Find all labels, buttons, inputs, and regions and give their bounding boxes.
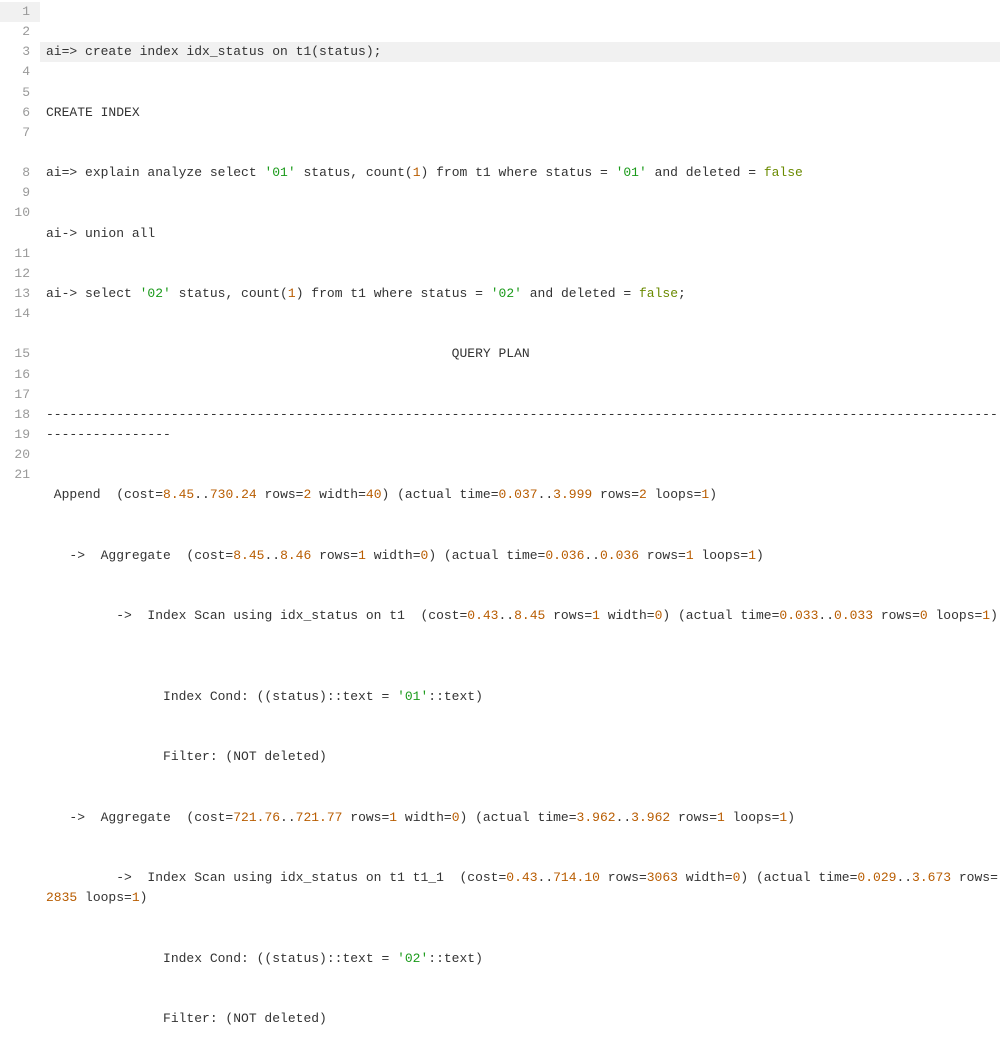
code-line[interactable]: ai-> select '02' status, count(1) from t… xyxy=(40,284,1000,304)
code-line[interactable]: ai=> create index idx_status on t1(statu… xyxy=(40,42,1000,62)
line-number: 12 xyxy=(0,264,40,284)
code-editor[interactable]: 1 2 3 4 5 6 7 8 9 10 11 12 13 14 15 16 1… xyxy=(0,0,1000,524)
code-line[interactable]: Filter: (NOT deleted) xyxy=(40,747,1000,767)
number-literal: 1 xyxy=(288,286,296,301)
line-number-gutter: 1 2 3 4 5 6 7 8 9 10 11 12 13 14 15 16 1… xyxy=(0,0,40,524)
line-number: 16 xyxy=(0,365,40,385)
code-line[interactable]: -> Aggregate (cost=721.76..721.77 rows=1… xyxy=(40,808,1000,828)
keyword: false xyxy=(639,286,678,301)
line-number: 19 xyxy=(0,425,40,445)
prompt: ai-> xyxy=(46,286,85,301)
code-line[interactable]: ai-> union all xyxy=(40,224,1000,244)
line-number: 17 xyxy=(0,385,40,405)
output-text: CREATE INDEX xyxy=(46,105,140,120)
line-number: 3 xyxy=(0,42,40,62)
prompt: ai-> xyxy=(46,226,85,241)
line-number: 10 xyxy=(0,203,40,243)
string-literal: '02' xyxy=(491,286,522,301)
code-line[interactable]: ----------------------------------------… xyxy=(40,405,1000,445)
line-number: 8 xyxy=(0,163,40,183)
line-number: 2 xyxy=(0,22,40,42)
line-number: 21 xyxy=(0,465,40,485)
prompt: ai=> xyxy=(46,165,85,180)
code-content[interactable]: ai=> create index idx_status on t1(statu… xyxy=(40,0,1000,524)
code-line[interactable]: ai=> explain analyze select '01' status,… xyxy=(40,163,1000,183)
string-literal: '01' xyxy=(264,165,295,180)
string-literal: '02' xyxy=(397,951,428,966)
line-number: 20 xyxy=(0,445,40,465)
line-number: 11 xyxy=(0,244,40,264)
code-line[interactable]: Index Cond: ((status)::text = '02'::text… xyxy=(40,949,1000,969)
code-line[interactable]: -> Index Scan using idx_status on t1 t1_… xyxy=(40,868,1000,908)
line-number: 15 xyxy=(0,344,40,364)
string-literal: '01' xyxy=(397,689,428,704)
prompt: ai=> xyxy=(46,44,85,59)
line-number: 4 xyxy=(0,62,40,82)
keyword: false xyxy=(764,165,803,180)
line-number: 9 xyxy=(0,183,40,203)
divider: ----------------------------------------… xyxy=(46,407,998,442)
line-number: 14 xyxy=(0,304,40,344)
plan-header: QUERY PLAN xyxy=(46,346,530,361)
line-number: 5 xyxy=(0,83,40,103)
code-line[interactable]: -> Index Scan using idx_status on t1 (co… xyxy=(40,606,1000,646)
line-number: 6 xyxy=(0,103,40,123)
code-line[interactable]: QUERY PLAN xyxy=(40,344,1000,364)
line-number: 7 xyxy=(0,123,40,163)
line-number: 13 xyxy=(0,284,40,304)
string-literal: '02' xyxy=(140,286,171,301)
line-number: 18 xyxy=(0,405,40,425)
number-literal: 1 xyxy=(413,165,421,180)
code-line[interactable]: Append (cost=8.45..730.24 rows=2 width=4… xyxy=(40,485,1000,505)
code-line[interactable]: -> Aggregate (cost=8.45..8.46 rows=1 wid… xyxy=(40,546,1000,566)
string-literal: '01' xyxy=(616,165,647,180)
code-line[interactable]: Filter: (NOT deleted) xyxy=(40,1009,1000,1029)
code-line[interactable]: CREATE INDEX xyxy=(40,103,1000,123)
code-line[interactable]: Index Cond: ((status)::text = '01'::text… xyxy=(40,687,1000,707)
sql-text: create index idx_status on t1(status); xyxy=(85,44,381,59)
line-number: 1 xyxy=(0,2,40,22)
